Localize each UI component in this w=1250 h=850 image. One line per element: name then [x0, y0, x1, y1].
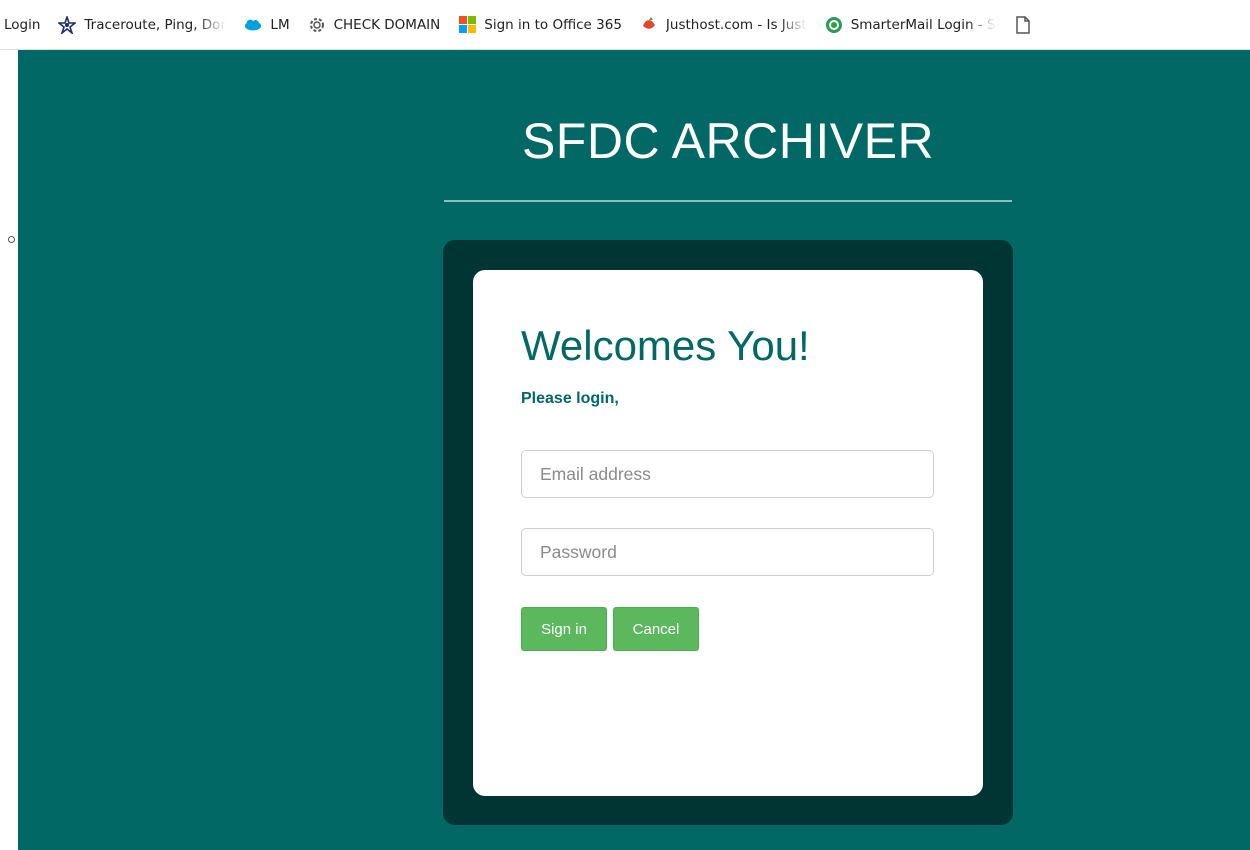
login-subheading: Please login, — [521, 390, 619, 407]
bookmark-label: Login — [4, 16, 41, 33]
bookmark-label: Traceroute, Ping, Dom — [84, 16, 227, 33]
login-card: Welcomes You! Please login, Sign in Canc… — [473, 270, 983, 796]
email-field[interactable] — [521, 450, 934, 498]
bookmark-label: CHECK DOMAIN — [333, 16, 441, 33]
app-background: SFDC ARCHIVER Welcomes You! Please login… — [18, 50, 1250, 850]
microsoft-logo-icon — [458, 16, 476, 34]
page-icon — [1014, 15, 1032, 34]
title-divider — [444, 200, 1012, 202]
login-panel: Welcomes You! Please login, Sign in Canc… — [443, 240, 1013, 825]
bookmark-smartermail[interactable]: SmarterMail Login - S — [825, 16, 996, 34]
justhost-icon — [640, 16, 658, 34]
welcome-heading: Welcomes You! — [521, 322, 810, 369]
bookmarks-bar: Login Traceroute, Ping, Dom LM CHECK DOM… — [0, 0, 1250, 50]
bookmark-page[interactable] — [1014, 15, 1040, 34]
app-title: SFDC ARCHIVER — [521, 113, 935, 169]
bookmark-justhost[interactable]: Justhost.com - Is Just — [640, 16, 807, 34]
bookmark-office365[interactable]: Sign in to Office 365 — [458, 16, 622, 34]
bookmark-label: SmarterMail Login - S — [850, 16, 996, 33]
bookmark-check-domain[interactable]: CHECK DOMAIN — [308, 16, 441, 34]
partial-marker-icon — [8, 236, 15, 243]
cancel-button[interactable]: Cancel — [613, 607, 699, 651]
bookmark-login[interactable]: Login — [0, 16, 40, 34]
sign-in-button[interactable]: Sign in — [521, 607, 607, 651]
cloud-icon — [244, 16, 262, 34]
gear-icon — [308, 16, 326, 34]
bookmark-label: Justhost.com - Is Just — [665, 16, 807, 33]
network-star-icon — [58, 15, 77, 34]
bookmark-lm[interactable]: LM — [244, 16, 290, 34]
password-field[interactable] — [521, 528, 934, 576]
bookmark-label: Sign in to Office 365 — [484, 16, 622, 33]
bookmark-label: LM — [270, 16, 290, 33]
smartermail-icon — [825, 16, 843, 34]
bookmark-traceroute[interactable]: Traceroute, Ping, Dom — [58, 15, 227, 34]
left-edge — [0, 50, 18, 850]
